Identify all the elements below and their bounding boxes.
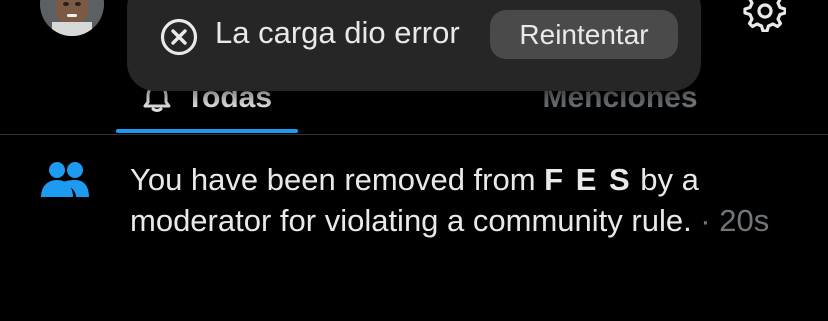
people-icon xyxy=(41,162,89,197)
notification-time: 20s xyxy=(719,203,770,238)
avatar-image xyxy=(40,0,104,36)
retry-button[interactable]: Reintentar xyxy=(490,10,678,59)
profile-avatar[interactable] xyxy=(40,0,104,36)
close-circle-icon xyxy=(160,18,198,56)
toast-message: La carga dio error xyxy=(215,15,460,50)
error-toast: La carga dio error Reintentar xyxy=(127,0,701,91)
selected-tab-indicator xyxy=(116,129,298,133)
notification-item[interactable]: You have been removed from F E S by a mo… xyxy=(0,135,828,321)
notification-separator: · xyxy=(691,203,720,238)
notification-text-before: You have been removed from xyxy=(130,162,545,197)
gear-icon[interactable] xyxy=(740,0,786,32)
notification-text: You have been removed from F E S by a mo… xyxy=(130,159,810,241)
community-name: F E S xyxy=(544,162,632,197)
